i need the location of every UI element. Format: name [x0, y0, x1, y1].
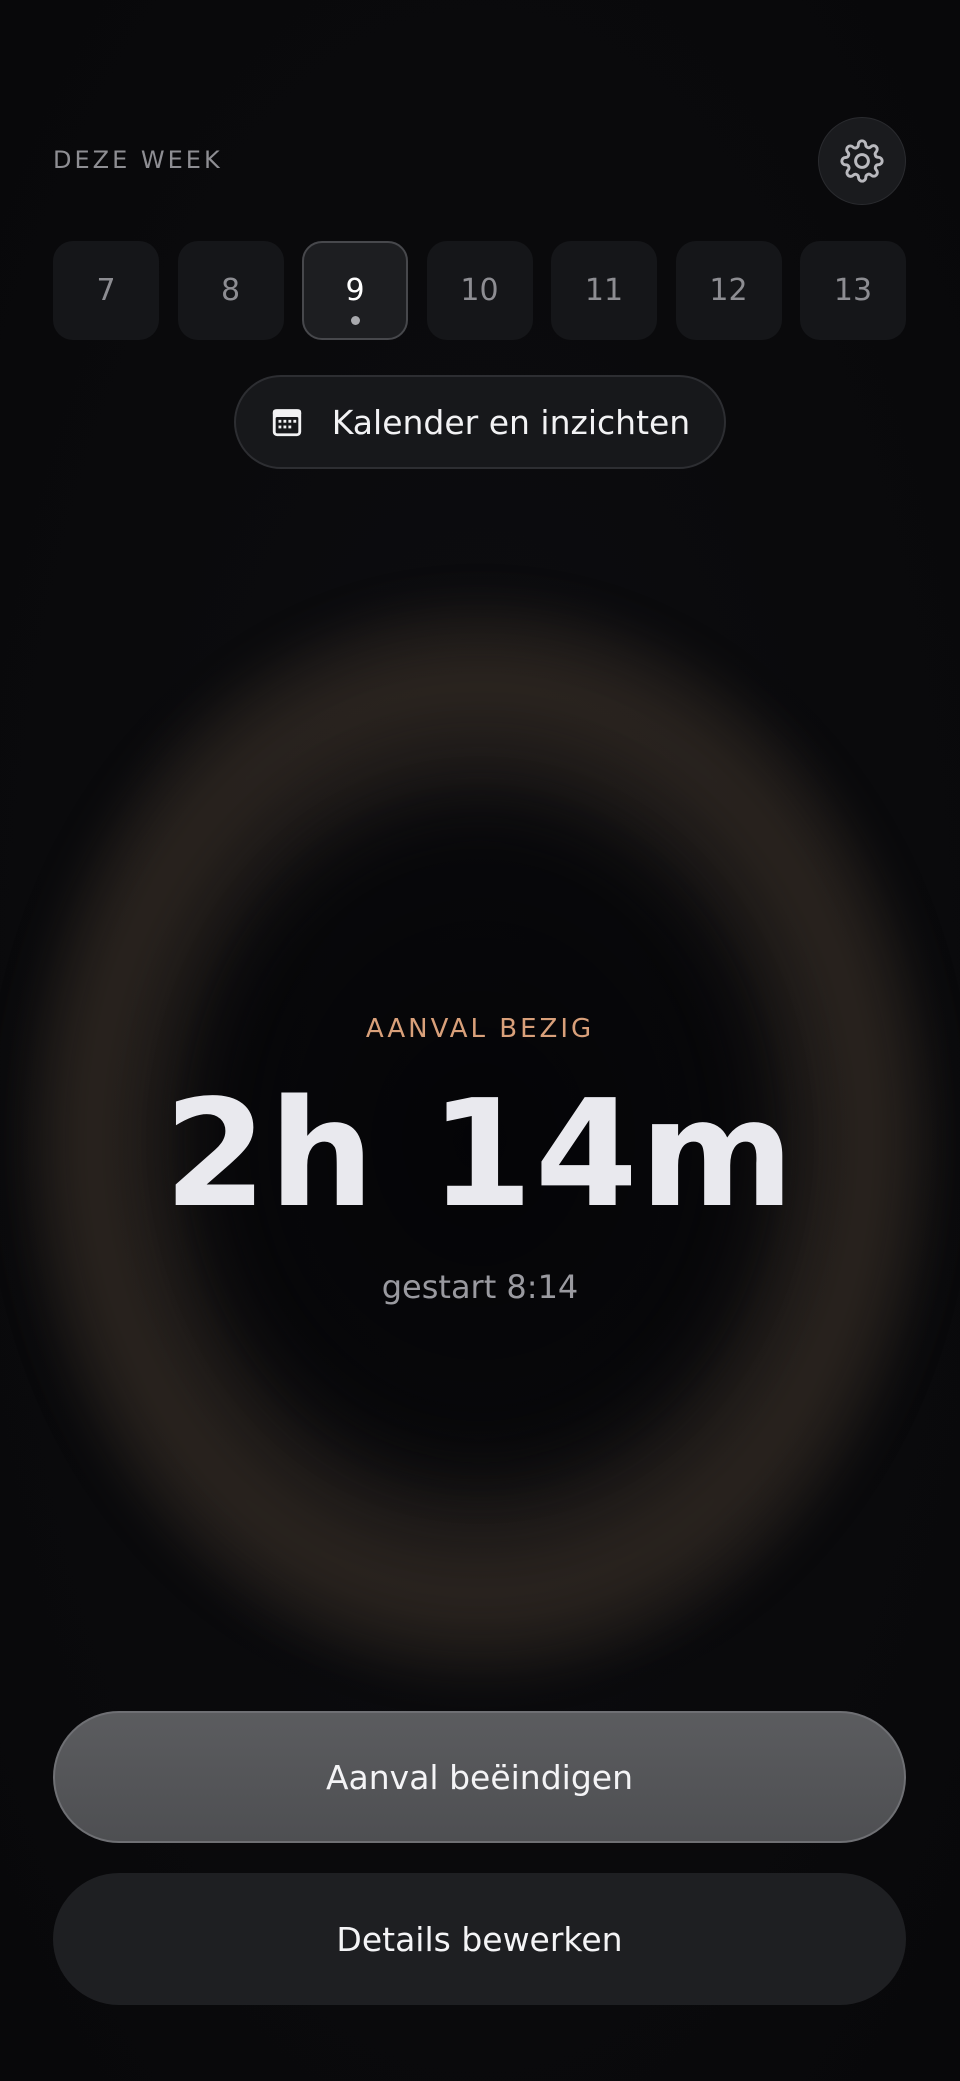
- day-12[interactable]: 12: [675, 241, 782, 340]
- day-label: 12: [709, 273, 748, 308]
- calendar-button-label: Kalender en inzichten: [331, 402, 691, 442]
- day-label: 9: [345, 273, 365, 308]
- edit-details-button[interactable]: Details bewerken: [53, 1873, 906, 2005]
- end-attack-label: Aanval beëindigen: [325, 1757, 634, 1797]
- settings-button[interactable]: [818, 117, 906, 205]
- calendar-insights-button[interactable]: Kalender en inzichten: [234, 375, 726, 469]
- week-label: DEZE WEEK: [53, 146, 223, 174]
- end-attack-button[interactable]: Aanval beëindigen: [53, 1711, 906, 1843]
- screen: DEZE WEEK 7 8 9 10 11 12 13 Kalender en …: [0, 0, 960, 2081]
- gear-icon: [840, 139, 884, 183]
- day-9-selected[interactable]: 9: [302, 241, 408, 340]
- day-11[interactable]: 11: [551, 241, 657, 340]
- day-label: 8: [220, 273, 241, 308]
- edit-details-label: Details bewerken: [336, 1919, 623, 1959]
- day-7[interactable]: 7: [53, 241, 159, 340]
- day-label: 10: [460, 273, 499, 308]
- today-dot: [350, 316, 360, 325]
- attack-start-time: gestart 8:14: [381, 1268, 579, 1306]
- day-label: 13: [833, 273, 873, 308]
- attack-duration: 2h 14m: [163, 1068, 797, 1240]
- day-10[interactable]: 10: [426, 241, 533, 340]
- week-day-strip: 7 8 9 10 11 12 13: [53, 241, 906, 340]
- calendar-icon: [272, 409, 301, 437]
- day-8[interactable]: 8: [177, 241, 284, 340]
- attack-status: AANVAL BEZIG: [365, 1014, 595, 1044]
- day-13[interactable]: 13: [800, 241, 906, 340]
- day-label: 11: [584, 273, 624, 308]
- day-label: 7: [96, 273, 116, 308]
